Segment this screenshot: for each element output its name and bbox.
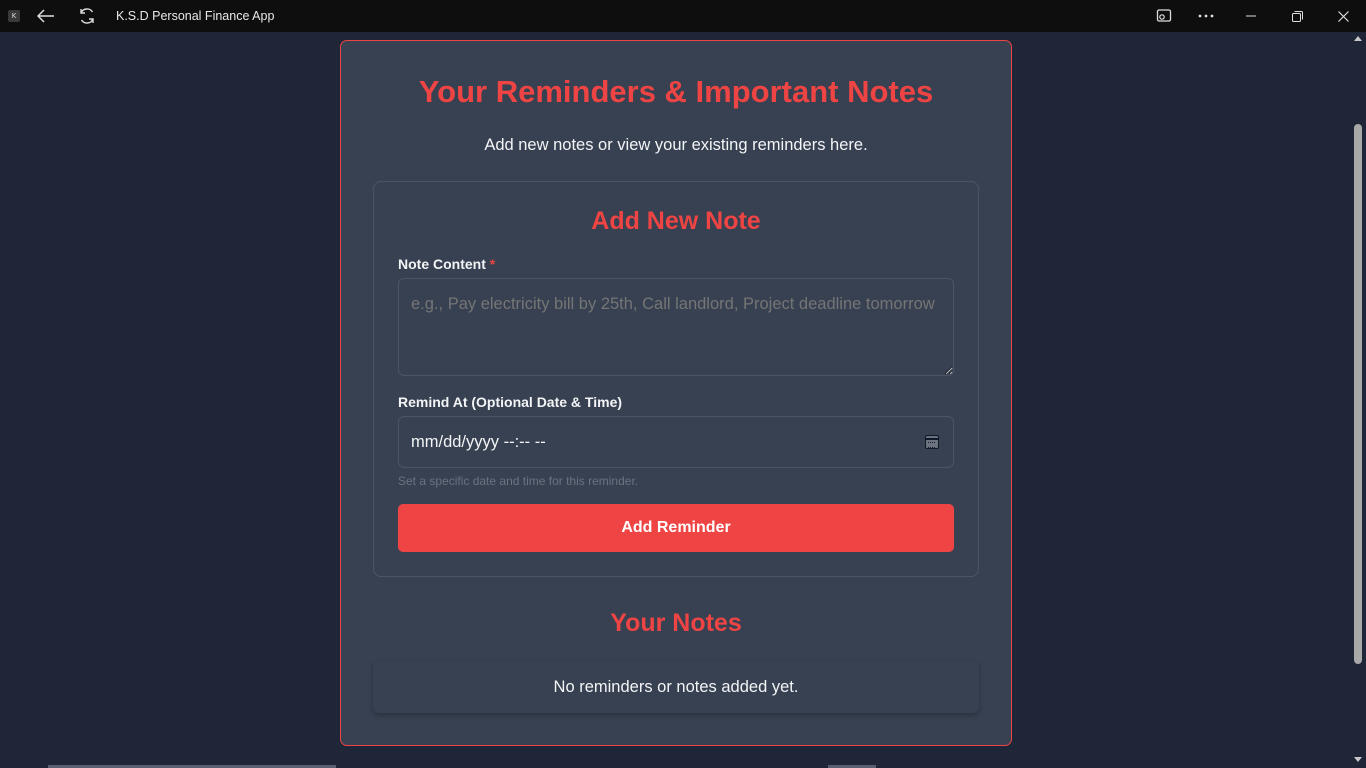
notes-empty-state: No reminders or notes added yet.: [373, 661, 979, 713]
add-reminder-button[interactable]: Add Reminder: [398, 504, 954, 552]
refresh-icon: [80, 8, 94, 24]
reminders-card: Your Reminders & Important Notes Add new…: [340, 40, 1012, 746]
note-content-label-text: Note Content: [398, 256, 486, 272]
remind-at-label: Remind At (Optional Date & Time): [398, 394, 623, 410]
note-content-input[interactable]: [398, 278, 954, 376]
reload-button[interactable]: [71, 0, 103, 32]
title-bar: K K.S.D Personal Finance App: [0, 0, 1366, 32]
restore-icon: [1291, 10, 1303, 22]
close-button[interactable]: [1320, 0, 1366, 32]
form-title: Add New Note: [591, 207, 761, 235]
arrow-left-icon: [37, 9, 54, 23]
scroll-up-arrow-icon[interactable]: [1354, 36, 1362, 41]
more-options-button[interactable]: [1190, 0, 1222, 32]
add-note-form: Add New Note Note Content * Remind At (O…: [373, 181, 979, 577]
note-content-label: Note Content *: [398, 256, 495, 272]
cast-icon: [1156, 9, 1172, 22]
close-icon: [1337, 10, 1349, 22]
required-marker: *: [489, 256, 496, 272]
remind-at-hint: Set a specific date and time for this re…: [398, 474, 639, 488]
calendar-icon[interactable]: [925, 435, 939, 449]
scroll-thumb[interactable]: [1354, 124, 1362, 664]
remind-at-datetime-input[interactable]: mm/dd/yyyy --:-- --: [398, 416, 954, 468]
window-title: K.S.D Personal Finance App: [116, 9, 275, 23]
restore-button[interactable]: [1274, 0, 1320, 32]
page-title: Your Reminders & Important Notes: [418, 74, 934, 109]
scroll-down-arrow-icon[interactable]: [1354, 757, 1362, 762]
minimize-icon: [1246, 15, 1256, 17]
minimize-button[interactable]: [1228, 0, 1274, 32]
vertical-scrollbar[interactable]: [1350, 32, 1366, 768]
app-icon: K: [8, 10, 20, 22]
cast-button[interactable]: [1148, 0, 1180, 32]
back-button[interactable]: [30, 0, 62, 32]
remind-at-value: mm/dd/yyyy --:-- --: [411, 432, 546, 451]
more-horizontal-icon: [1198, 14, 1214, 18]
your-notes-title: Your Notes: [610, 609, 742, 637]
page-subtitle: Add new notes or view your existing remi…: [484, 136, 868, 154]
